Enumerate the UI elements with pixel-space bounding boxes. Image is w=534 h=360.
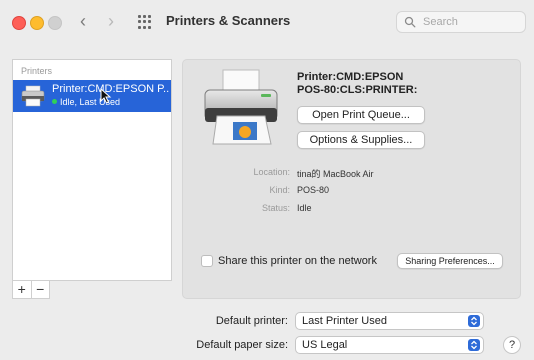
printer-full-name: Printer:CMD:EPSON POS-80:CLS:PRINTER: — [297, 71, 417, 97]
add-printer-button[interactable]: + — [13, 281, 32, 298]
minimize-window-button[interactable] — [30, 16, 44, 30]
printer-list-header: Printers — [21, 66, 53, 76]
chevron-left-icon[interactable]: ‹ — [80, 12, 86, 30]
printer-list[interactable]: Printers Printer:CMD:EPSON P... Idle, La… — [12, 59, 172, 281]
kind-value: POS-80 — [297, 185, 330, 195]
status-value: Idle — [297, 203, 312, 213]
printer-name-line2: POS-80:CLS:PRINTER: — [297, 84, 418, 96]
default-printer-label: Default printer: — [215, 315, 288, 327]
printer-large-icon — [204, 69, 278, 145]
location-label: Location: — [253, 167, 290, 177]
window-title: Printers & Scanners — [166, 13, 291, 28]
options-supplies-button[interactable]: Options & Supplies... — [297, 131, 425, 149]
updown-arrows-icon — [468, 315, 480, 327]
kind-label: Kind: — [269, 185, 290, 195]
share-printer-checkbox[interactable] — [201, 255, 213, 267]
share-printer-label: Share this printer on the network — [218, 255, 377, 267]
search-icon — [404, 16, 416, 28]
status-label: Status: — [261, 203, 290, 213]
title-bar: ‹ › Printers & Scanners Search — [0, 0, 534, 44]
open-print-queue-button[interactable]: Open Print Queue... — [297, 106, 425, 124]
default-paper-size-select[interactable]: US Legal — [295, 336, 484, 354]
status-dot-icon — [52, 99, 57, 104]
list-buttons: + − — [12, 281, 50, 299]
printer-list-item[interactable]: Printer:CMD:EPSON P... Idle, Last Used — [13, 80, 171, 112]
search-placeholder: Search — [423, 16, 458, 28]
sharing-preferences-button[interactable]: Sharing Preferences... — [397, 253, 503, 269]
paper-size-value: US Legal — [302, 339, 348, 351]
printer-name-line1: Printer:CMD:EPSON — [297, 71, 404, 83]
printer-icon — [21, 85, 45, 107]
show-all-grid-icon[interactable] — [138, 15, 152, 29]
close-window-button[interactable] — [12, 16, 26, 30]
default-paper-size-label: Default paper size: — [196, 339, 288, 351]
zoom-window-button — [48, 16, 62, 30]
remove-printer-button[interactable]: − — [32, 281, 50, 298]
location-value: tina的 MacBook Air — [297, 169, 374, 179]
default-printer-value: Last Printer Used — [302, 315, 387, 327]
mouse-cursor-icon — [100, 88, 112, 104]
search-field[interactable]: Search — [396, 11, 526, 33]
help-button[interactable]: ? — [503, 336, 521, 354]
updown-arrows-icon — [468, 339, 480, 351]
default-printer-select[interactable]: Last Printer Used — [295, 312, 484, 330]
chevron-right-icon[interactable]: › — [108, 12, 114, 30]
